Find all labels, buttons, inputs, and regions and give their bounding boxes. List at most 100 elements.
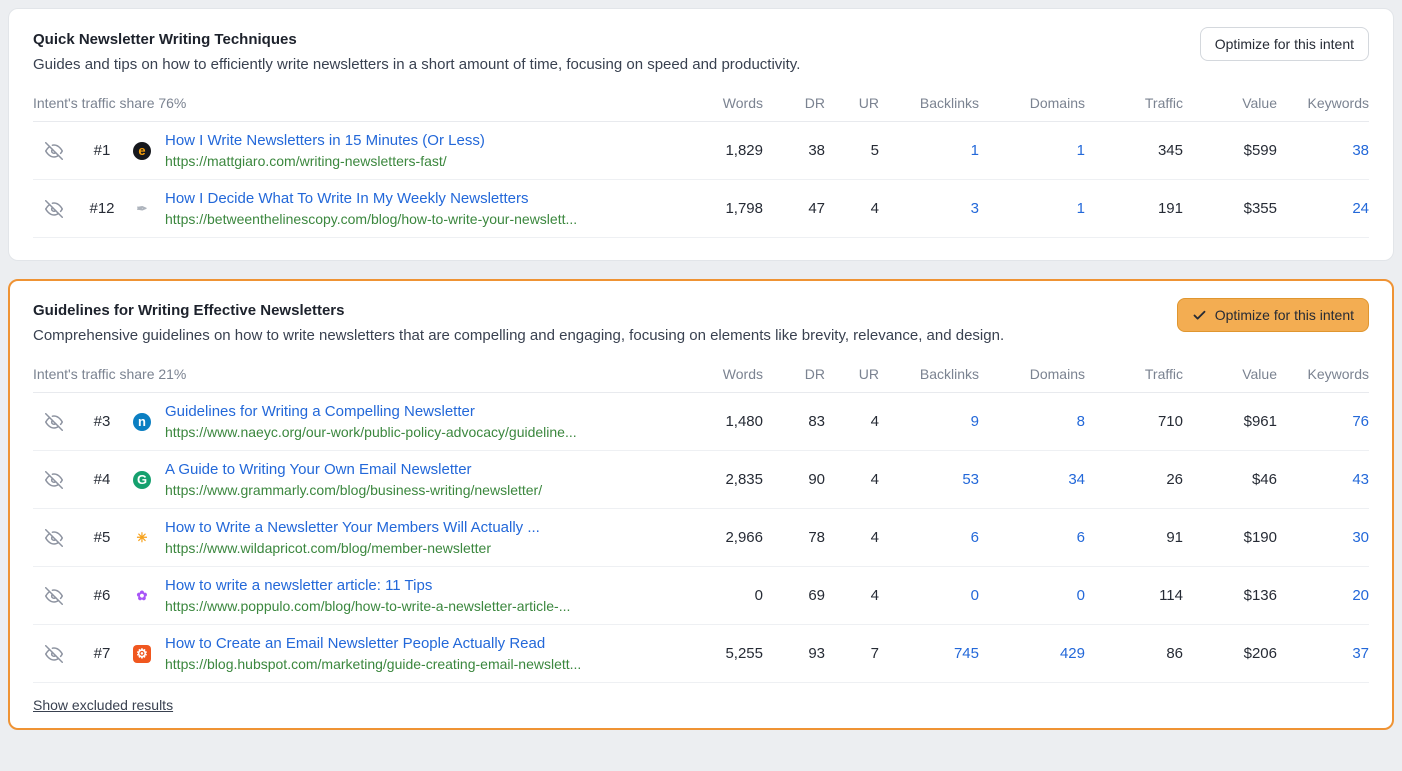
backlinks-value[interactable]: 9 [879, 413, 979, 430]
result-url-link[interactable]: https://www.wildapricot.com/blog/member-… [165, 540, 663, 556]
site-favicon: ✿ [129, 587, 165, 605]
result-url-link[interactable]: https://www.naeyc.org/our-work/public-po… [165, 424, 663, 440]
backlinks-value[interactable]: 53 [879, 471, 979, 488]
result-url-link[interactable]: https://mattgiaro.com/writing-newsletter… [165, 153, 663, 169]
result-title-cell: How to Write a Newsletter Your Members W… [165, 519, 679, 556]
traffic-value: 114 [1085, 587, 1183, 604]
column-header-ur: UR [825, 95, 879, 111]
domains-value[interactable]: 8 [979, 413, 1085, 430]
value-value: $961 [1183, 413, 1277, 430]
rank-label: #5 [75, 529, 129, 546]
words-value: 0 [679, 587, 763, 604]
column-header-domains: Domains [979, 366, 1085, 382]
table-row: #12 ✒ How I Decide What To Write In My W… [33, 180, 1369, 238]
result-title-link[interactable]: How I Decide What To Write In My Weekly … [165, 190, 663, 207]
table-header-row: Intent's traffic share 76% Words DR UR B… [33, 89, 1369, 122]
hide-result-button[interactable] [33, 413, 75, 431]
hide-result-button[interactable] [33, 471, 75, 489]
favicon-glyph-icon: n [133, 413, 151, 431]
site-favicon: ✳ [129, 529, 165, 547]
hide-result-button[interactable] [33, 529, 75, 547]
traffic-value: 86 [1085, 645, 1183, 662]
domains-value[interactable]: 6 [979, 529, 1085, 546]
result-title-link[interactable]: Guidelines for Writing a Compelling News… [165, 403, 663, 420]
intent-card-quick-techniques: Quick Newsletter Writing Techniques Guid… [8, 8, 1394, 261]
favicon-glyph-icon: G [133, 471, 151, 489]
words-value: 1,798 [679, 200, 763, 217]
value-value: $355 [1183, 200, 1277, 217]
intent-title: Quick Newsletter Writing Techniques [33, 27, 800, 48]
rank-label: #6 [75, 587, 129, 604]
backlinks-value[interactable]: 1 [879, 142, 979, 159]
eye-off-icon [45, 413, 63, 431]
backlinks-value[interactable]: 6 [879, 529, 979, 546]
hide-result-button[interactable] [33, 142, 75, 160]
eye-off-icon [45, 142, 63, 160]
column-header-words: Words [679, 366, 763, 382]
intent-description: Comprehensive guidelines on how to write… [33, 327, 1004, 344]
result-url-link[interactable]: https://blog.hubspot.com/marketing/guide… [165, 656, 663, 672]
intents-page: Quick Newsletter Writing Techniques Guid… [0, 0, 1402, 738]
table-row: #5 ✳ How to Write a Newsletter Your Memb… [33, 509, 1369, 567]
dr-value: 78 [763, 529, 825, 546]
intent-card-guidelines: Guidelines for Writing Effective Newslet… [8, 279, 1394, 730]
column-header-traffic: Traffic [1085, 366, 1183, 382]
result-url-link[interactable]: https://www.grammarly.com/blog/business-… [165, 482, 663, 498]
value-value: $190 [1183, 529, 1277, 546]
intent-card-header: Quick Newsletter Writing Techniques Guid… [33, 27, 800, 73]
words-value: 1,829 [679, 142, 763, 159]
column-header-dr: DR [763, 95, 825, 111]
keywords-value[interactable]: 37 [1277, 645, 1369, 662]
column-header-keywords: Keywords [1277, 366, 1369, 382]
ur-value: 7 [825, 645, 879, 662]
result-title-link[interactable]: A Guide to Writing Your Own Email Newsle… [165, 461, 663, 478]
column-header-traffic: Traffic [1085, 95, 1183, 111]
backlinks-value[interactable]: 3 [879, 200, 979, 217]
keywords-value[interactable]: 20 [1277, 587, 1369, 604]
result-title-link[interactable]: How to Create an Email Newsletter People… [165, 635, 663, 652]
keywords-value[interactable]: 43 [1277, 471, 1369, 488]
result-title-cell: How to Create an Email Newsletter People… [165, 635, 679, 672]
result-title-link[interactable]: How I Write Newsletters in 15 Minutes (O… [165, 132, 663, 149]
favicon-glyph-icon: ✳ [133, 529, 151, 547]
result-title-link[interactable]: How to Write a Newsletter Your Members W… [165, 519, 663, 536]
result-title-cell: How to write a newsletter article: 11 Ti… [165, 577, 679, 614]
keywords-value[interactable]: 76 [1277, 413, 1369, 430]
optimize-intent-button-label: Optimize for this intent [1215, 36, 1354, 52]
intent-description: Guides and tips on how to efficiently wr… [33, 56, 800, 73]
column-header-domains: Domains [979, 95, 1085, 111]
result-url-link[interactable]: https://www.poppulo.com/blog/how-to-writ… [165, 598, 663, 614]
table-row: #4 G A Guide to Writing Your Own Email N… [33, 451, 1369, 509]
favicon-glyph-icon: e [133, 142, 151, 160]
hide-result-button[interactable] [33, 645, 75, 663]
domains-value[interactable]: 1 [979, 142, 1085, 159]
keywords-value[interactable]: 38 [1277, 142, 1369, 159]
domains-value[interactable]: 0 [979, 587, 1085, 604]
optimize-intent-button-selected[interactable]: Optimize for this intent [1177, 298, 1369, 332]
intent-card-header: Guidelines for Writing Effective Newslet… [33, 298, 1004, 344]
keywords-value[interactable]: 30 [1277, 529, 1369, 546]
dr-value: 83 [763, 413, 825, 430]
traffic-share-label: Intent's traffic share 76% [33, 95, 679, 111]
domains-value[interactable]: 1 [979, 200, 1085, 217]
result-title-cell: How I Decide What To Write In My Weekly … [165, 190, 679, 227]
domains-value[interactable]: 34 [979, 471, 1085, 488]
show-excluded-results-link[interactable]: Show excluded results [33, 697, 173, 713]
result-title-link[interactable]: How to write a newsletter article: 11 Ti… [165, 577, 663, 594]
domains-value[interactable]: 429 [979, 645, 1085, 662]
traffic-value: 191 [1085, 200, 1183, 217]
results-table: Intent's traffic share 21% Words DR UR B… [33, 360, 1369, 715]
value-value: $46 [1183, 471, 1277, 488]
traffic-share-label: Intent's traffic share 21% [33, 366, 679, 382]
hide-result-button[interactable] [33, 200, 75, 218]
hide-result-button[interactable] [33, 587, 75, 605]
optimize-intent-button[interactable]: Optimize for this intent [1200, 27, 1369, 61]
backlinks-value[interactable]: 745 [879, 645, 979, 662]
rank-label: #1 [75, 142, 129, 159]
column-header-value: Value [1183, 366, 1277, 382]
backlinks-value[interactable]: 0 [879, 587, 979, 604]
site-favicon: ✒ [129, 200, 165, 218]
column-header-value: Value [1183, 95, 1277, 111]
result-url-link[interactable]: https://betweenthelinescopy.com/blog/how… [165, 211, 663, 227]
keywords-value[interactable]: 24 [1277, 200, 1369, 217]
